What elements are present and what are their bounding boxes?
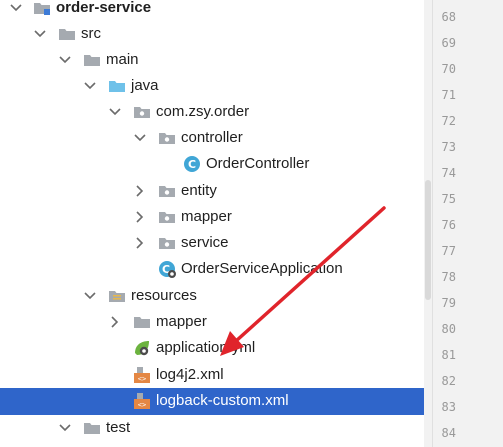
project-tree-panel: order-service src main java com.zsy.orde… xyxy=(0,0,430,447)
tree-item-log4j2-xml[interactable]: <> log4j2.xml xyxy=(0,362,430,388)
line-number: 69 xyxy=(441,36,456,50)
source-root-folder-icon xyxy=(108,77,126,95)
svg-text:C: C xyxy=(188,158,196,171)
tree-item-resources[interactable]: resources xyxy=(0,283,430,309)
chevron-right-icon[interactable] xyxy=(132,204,148,230)
chevron-down-icon[interactable] xyxy=(107,99,123,125)
tree-item-label: log4j2.xml xyxy=(156,366,224,383)
chevron-right-icon[interactable] xyxy=(132,178,148,204)
tree-item-main[interactable]: main xyxy=(0,47,430,73)
resources-root-folder-icon xyxy=(108,287,126,305)
tree-item-resources-mapper[interactable]: mapper xyxy=(0,309,430,335)
spring-boot-class-icon: C xyxy=(158,260,176,278)
folder-icon xyxy=(83,419,101,437)
tree-item-label: application.yml xyxy=(156,339,256,356)
folder-icon xyxy=(133,313,151,331)
class-icon: C xyxy=(183,155,201,173)
tree-item-application-yml[interactable]: application.yml xyxy=(0,335,430,361)
editor-line-number-gutter: 68 69 70 71 72 73 74 75 76 77 78 79 80 8… xyxy=(432,0,503,447)
tree-item-service[interactable]: service xyxy=(0,230,430,256)
tree-item-entity[interactable]: entity xyxy=(0,178,430,204)
tree-item-label: com.zsy.order xyxy=(156,103,250,120)
package-icon xyxy=(158,234,176,252)
folder-icon xyxy=(58,25,76,43)
line-number: 74 xyxy=(441,166,456,180)
tree-item-controller[interactable]: controller xyxy=(0,125,430,151)
line-number: 83 xyxy=(441,400,456,414)
tree-item-order-controller[interactable]: C OrderController xyxy=(0,151,430,177)
tree-item-order-service-application[interactable]: C OrderServiceApplication xyxy=(0,256,430,282)
tree-scrollbar-thumb[interactable] xyxy=(425,180,431,300)
tree-item-label: OrderServiceApplication xyxy=(181,260,343,277)
line-number: 81 xyxy=(441,348,456,362)
chevron-down-icon[interactable] xyxy=(132,125,148,151)
line-number: 84 xyxy=(441,426,456,440)
tree-item-label: test xyxy=(106,419,131,436)
tree-item-label: mapper xyxy=(156,313,207,330)
package-icon xyxy=(133,103,151,121)
tree-item-label: controller xyxy=(181,129,243,146)
spring-yaml-icon xyxy=(133,339,151,357)
tree-item-order-service[interactable]: order-service xyxy=(0,0,430,21)
tree-item-label: mapper xyxy=(181,208,232,225)
xml-file-icon: <> xyxy=(133,392,151,410)
tree-item-label: main xyxy=(106,51,139,68)
line-number: 71 xyxy=(441,88,456,102)
folder-icon xyxy=(83,51,101,69)
chevron-down-icon[interactable] xyxy=(8,0,24,21)
tree-item-label: resources xyxy=(131,287,197,304)
tree-item-label: java xyxy=(131,77,159,94)
line-number: 76 xyxy=(441,218,456,232)
chevron-right-icon[interactable] xyxy=(107,309,123,335)
line-number: 68 xyxy=(441,10,456,24)
line-number: 73 xyxy=(441,140,456,154)
chevron-down-icon[interactable] xyxy=(57,47,73,73)
tree-item-src[interactable]: src xyxy=(0,21,430,47)
line-number: 72 xyxy=(441,114,456,128)
line-number: 80 xyxy=(441,322,456,336)
chevron-down-icon[interactable] xyxy=(82,283,98,309)
tree-item-label: order-service xyxy=(56,0,152,16)
line-number: 77 xyxy=(441,244,456,258)
tree-item-label: src xyxy=(81,25,101,42)
xml-file-icon: <> xyxy=(133,366,151,384)
chevron-down-icon[interactable] xyxy=(57,415,73,441)
chevron-right-icon[interactable] xyxy=(132,230,148,256)
module-folder-icon xyxy=(33,0,51,17)
tree-item-test[interactable]: test xyxy=(0,415,430,441)
chevron-down-icon[interactable] xyxy=(32,21,48,47)
tree-item-package[interactable]: com.zsy.order xyxy=(0,99,430,125)
line-number: 79 xyxy=(441,296,456,310)
svg-text:<>: <> xyxy=(138,401,146,409)
line-number: 78 xyxy=(441,270,456,284)
svg-text:<>: <> xyxy=(138,375,146,383)
line-number: 82 xyxy=(441,374,456,388)
tree-item-mapper[interactable]: mapper xyxy=(0,204,430,230)
package-icon xyxy=(158,208,176,226)
tree-item-label: entity xyxy=(181,182,217,199)
tree-item-label: logback-custom.xml xyxy=(156,392,289,409)
package-icon xyxy=(158,182,176,200)
line-number: 70 xyxy=(441,62,456,76)
tree-item-logback-custom-xml[interactable]: <> logback-custom.xml xyxy=(0,388,430,415)
chevron-down-icon[interactable] xyxy=(82,73,98,99)
tree-item-java[interactable]: java xyxy=(0,73,430,99)
line-number: 75 xyxy=(441,192,456,206)
package-icon xyxy=(158,129,176,147)
tree-item-label: service xyxy=(181,234,229,251)
tree-item-label: OrderController xyxy=(206,155,310,172)
